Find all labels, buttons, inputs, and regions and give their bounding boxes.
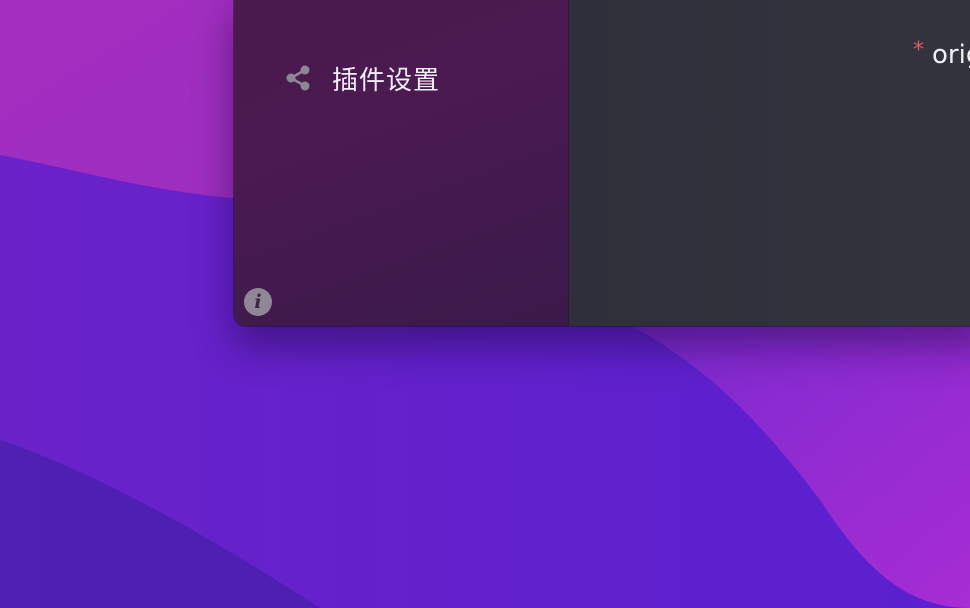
field-label-text: orig: [932, 40, 970, 70]
required-marker: *: [913, 38, 924, 63]
settings-window: 插件设置 i * orig: [234, 0, 970, 326]
content-panel: * orig: [569, 0, 970, 326]
origin-field-label: * orig: [913, 38, 970, 70]
share-icon: [282, 62, 314, 94]
sidebar: 插件设置 i: [234, 0, 569, 326]
sidebar-item-label: 插件设置: [332, 65, 441, 96]
sidebar-item-plugin-settings[interactable]: 插件设置: [282, 58, 440, 98]
desktop: 插件设置 i * orig: [0, 0, 970, 608]
info-icon[interactable]: i: [244, 288, 272, 316]
